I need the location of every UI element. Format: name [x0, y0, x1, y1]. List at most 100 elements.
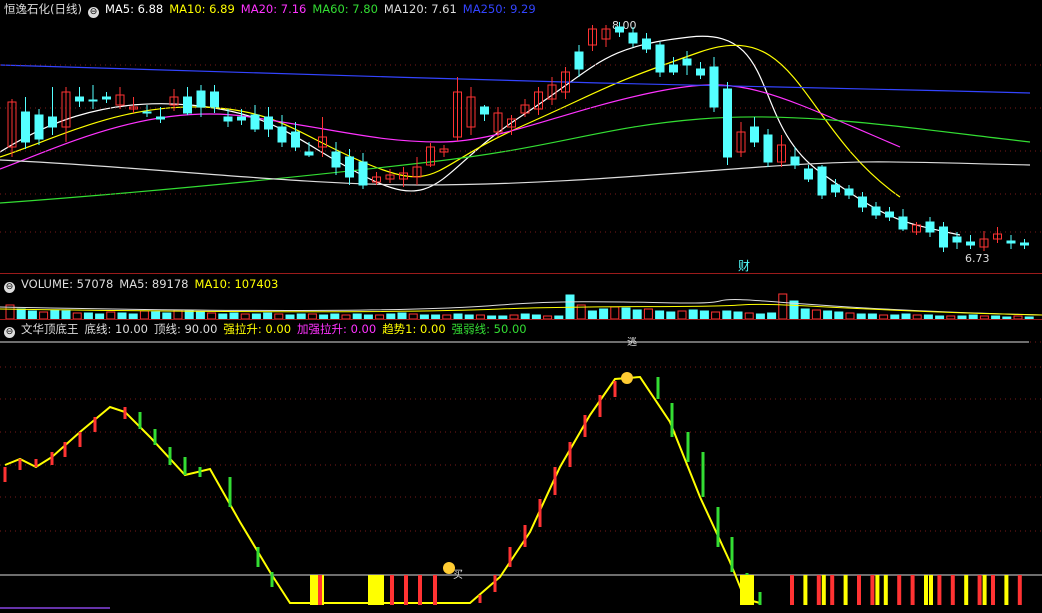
stock-title: 恒逸石化(日线) — [4, 2, 82, 16]
volume-bar — [554, 315, 564, 319]
volume-bar — [464, 314, 474, 319]
candle-body — [304, 151, 314, 156]
panel-separator — [0, 319, 1042, 320]
price-chart[interactable]: 8.00 6.73 财 — [0, 17, 1042, 273]
volume-bar — [1002, 316, 1012, 319]
ma120-line — [0, 159, 1031, 186]
candle-body — [48, 116, 57, 128]
volume-bar — [531, 314, 541, 319]
candle-body — [34, 114, 44, 140]
indicator-legend-5: 趋势1: 0.00 — [382, 322, 446, 336]
candle-body — [277, 126, 287, 143]
volume-bar — [475, 314, 485, 319]
candle-body — [102, 96, 111, 100]
candle-body — [264, 116, 273, 130]
volume-bar — [890, 314, 900, 319]
candle-body — [331, 151, 341, 168]
candle-body — [804, 168, 813, 180]
candle-body — [574, 51, 584, 70]
volume-bar — [274, 313, 284, 319]
candle-body — [237, 116, 246, 121]
ma-legend-0: MA5: 6.88 — [104, 2, 164, 16]
candle-body — [939, 226, 948, 248]
bottom-signal-bar — [977, 575, 982, 605]
candle-body — [925, 221, 935, 233]
volume-bar — [923, 314, 933, 319]
volume-bar — [823, 310, 833, 319]
volume-bar — [184, 310, 194, 319]
volume-bar — [386, 313, 396, 319]
volume-bar — [1024, 316, 1034, 319]
volume-bar — [509, 314, 519, 319]
candle-body — [358, 161, 368, 186]
volume-bar — [946, 315, 956, 319]
collapse-icon[interactable]: ⊖ — [4, 282, 15, 293]
volume-bar — [487, 315, 497, 319]
candle-body — [480, 106, 489, 115]
candle-body — [75, 96, 84, 102]
indicator-legend-2: 顶线: 90.00 — [153, 322, 218, 336]
volume-bar — [587, 310, 597, 319]
bottom-signal-bar — [857, 575, 861, 605]
volume-bar — [352, 313, 362, 319]
bottom-signal-bar — [924, 575, 928, 605]
volume-bar — [755, 313, 765, 319]
volume-bar — [666, 311, 676, 319]
bottom-signal-bar — [803, 575, 808, 605]
volume-bar — [363, 314, 373, 319]
indicator-legend: ⊖ 文华顶底王 底线: 10.00 顶线: 90.00 强拉升: 0.00 加强拉升: 0… — [4, 321, 539, 338]
indicator-chart[interactable]: 逃 买 — [0, 337, 1042, 613]
volume-bar — [520, 313, 530, 319]
ma-legend-5: MA250: 9.29 — [462, 2, 536, 16]
volume-chart[interactable] — [0, 293, 1042, 319]
volume-bar — [957, 315, 967, 319]
bottom-signal-bar — [875, 575, 880, 605]
volume-bar — [207, 312, 217, 319]
bottom-signal-bar — [950, 575, 955, 605]
candle-body — [844, 188, 854, 196]
volume-bar — [240, 313, 250, 319]
volume-bar — [95, 313, 105, 319]
volume-bar — [341, 314, 351, 319]
volume-bar — [655, 310, 665, 319]
candle-body — [655, 44, 665, 73]
candle-body — [669, 64, 678, 73]
candle-body — [750, 126, 759, 143]
trend-line — [4, 375, 761, 604]
candle-body — [1006, 240, 1016, 244]
candle-body — [156, 116, 165, 120]
volume-legend-2: MA10: 107403 — [194, 277, 279, 291]
price-legend: 恒逸石化(日线) ⊖ MA5: 6.88 MA10: 6.89 MA20: 7.16 MA… — [4, 1, 548, 18]
volume-bar — [912, 314, 922, 319]
candle-body — [250, 114, 260, 130]
candle-body — [831, 184, 840, 193]
volume-bar — [431, 314, 441, 319]
volume-bar — [711, 311, 721, 319]
candle-body — [345, 156, 354, 178]
volume-bar — [139, 310, 149, 319]
volume-bar — [128, 313, 138, 319]
volume-bar — [330, 313, 340, 319]
volume-legend-0: VOLUME: 57078 — [21, 277, 114, 291]
bottom-signal-bar — [404, 575, 408, 605]
volume-bar — [72, 312, 82, 319]
volume-bar — [543, 315, 553, 319]
volume-bar — [27, 310, 37, 319]
candle-body — [885, 211, 894, 218]
volume-bar — [979, 315, 989, 319]
candle-body — [1020, 242, 1029, 246]
bottom-signal-bar — [1004, 575, 1009, 605]
bottom-signal-bar — [982, 575, 987, 605]
event-marker[interactable]: 财 — [738, 259, 750, 273]
candle-body — [210, 91, 219, 108]
ma-legend-4: MA120: 7.61 — [383, 2, 457, 16]
candle-body — [142, 111, 152, 114]
volume-bar — [229, 312, 239, 319]
volume-bar — [845, 312, 855, 319]
volume-bar — [991, 315, 1001, 319]
candle-body — [696, 68, 705, 76]
candle-body — [196, 90, 206, 108]
volume-bar — [419, 314, 429, 319]
bottom-signal-bar — [368, 575, 384, 605]
volume-legend-items: VOLUME: 57078 MA5: 89178 MA10: 107403 — [21, 277, 284, 291]
